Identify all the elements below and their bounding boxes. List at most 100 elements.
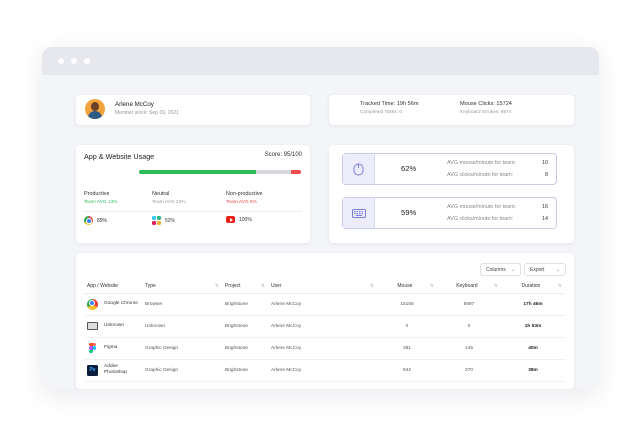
export-label: Export: [530, 266, 545, 273]
sort-icon[interactable]: ⇅: [261, 283, 265, 289]
keyboard-icon: [343, 198, 375, 228]
header-label: Keyboard: [456, 283, 478, 290]
keyboard-count: 270: [437, 359, 501, 382]
chrome-icon: [84, 216, 93, 225]
column-header-mouse[interactable]: Mouse ⇅: [377, 280, 437, 294]
category-team-avg: Team AVG 13%: [84, 200, 118, 205]
table-row[interactable]: Figma Graphic Design Brighstone Arlene M…: [84, 337, 565, 360]
export-dropdown[interactable]: Export ⌄: [524, 263, 566, 276]
stat-value: 10: [542, 160, 548, 166]
app-type: Browser: [142, 293, 222, 316]
window-dot-minimize[interactable]: [71, 58, 77, 64]
sort-icon[interactable]: ⇅: [430, 283, 434, 289]
project-name: Brighstone: [222, 293, 268, 316]
table-row[interactable]: Google Chrome Browser Brighstone Arlene …: [84, 293, 565, 316]
mouse-count: 642: [377, 359, 437, 382]
header-label: Project: [225, 283, 241, 290]
duration: 38m: [501, 359, 565, 382]
table-header-row: App / Website Type ⇅ Project ⇅ User ⇅ Mouse…: [84, 280, 565, 294]
tracked-time: Tracked Time: 19h 56m: [360, 101, 419, 107]
column-header-project[interactable]: Project ⇅: [222, 280, 268, 294]
site-percent: 52%: [165, 217, 176, 224]
stat-label: AVG mouse/minute for team:: [447, 204, 517, 210]
column-header-keyboard[interactable]: Keyboard ⇅: [437, 280, 501, 294]
app-name: Figma: [104, 344, 118, 350]
column-header-type[interactable]: Type ⇅: [142, 280, 222, 294]
site-slack[interactable]: 52%: [152, 216, 175, 225]
app-type: Graphic Design: [142, 337, 222, 360]
keyboard-count: 8897: [437, 293, 501, 316]
avatar: [85, 99, 105, 119]
window-dot-maximize[interactable]: [84, 58, 90, 64]
column-header-user[interactable]: User ⇅: [268, 280, 377, 294]
productive-fill: [139, 170, 256, 174]
keyboard-strokes: Keyboard Strokes: 9674: [460, 110, 512, 115]
table-row[interactable]: Ps Adobe Photoshop Graphic Design Brighst…: [84, 359, 565, 382]
chevron-down-icon: ⌄: [555, 266, 560, 273]
app-website-usage-card: App & Website Usage Score: 95/100 Produc…: [76, 145, 310, 243]
stat-label: AVG clicks/minute for team:: [447, 216, 514, 222]
site-chrome[interactable]: 89%: [84, 216, 107, 225]
mouse-count: 0: [377, 315, 437, 338]
keyboard-activity-stat: 59% AVG mouse/minute for team: 16 AVG cl…: [342, 197, 557, 229]
stat-value: 16: [542, 204, 548, 210]
keyboard-percent: 59%: [401, 208, 417, 217]
header-label: Type: [145, 283, 156, 290]
category-productive: Productive Team AVG 13%: [84, 191, 118, 205]
app-window: Arlene McCoy Member since: Sep 09, 2021 …: [42, 47, 599, 389]
window-dot-close[interactable]: [58, 58, 64, 64]
stat-label: AVG clicks/minute for team:: [447, 172, 514, 178]
mouse-clicks: Mouse Clicks: 15724: [460, 101, 512, 107]
app-name: Google Chrome: [104, 300, 138, 306]
category-team-avg: Team AVG 5%: [226, 200, 257, 205]
chrome-icon: [87, 298, 98, 310]
sort-icon[interactable]: ⇅: [494, 283, 498, 289]
table-row[interactable]: Unknown Unknown Brighstone Arlene McCoy …: [84, 315, 565, 338]
app-type: Unknown: [142, 315, 222, 338]
chevron-down-icon: ⌄: [510, 266, 515, 273]
category-title: Productive: [84, 191, 110, 197]
duration: 40m: [501, 337, 565, 360]
activity-table: App / Website Type ⇅ Project ⇅ User ⇅ Mouse…: [84, 280, 565, 382]
sort-icon[interactable]: ⇅: [370, 283, 374, 289]
sort-icon[interactable]: ⇅: [215, 283, 219, 289]
stat-value: 8: [545, 172, 548, 178]
youtube-icon: [226, 216, 235, 223]
site-percent: 100%: [239, 216, 252, 223]
category-team-avg: Team AVG 23%: [152, 200, 186, 205]
app-name: Unknown: [104, 322, 124, 328]
app-type: Graphic Design: [142, 359, 222, 382]
sort-icon[interactable]: ⇅: [558, 283, 562, 289]
user-name: Arlene McCoy: [268, 359, 377, 382]
header-label: App / Website: [87, 283, 119, 290]
duration: 1h 53m: [501, 315, 565, 338]
header-label: User: [271, 283, 282, 290]
duration: 17h 46m: [501, 293, 565, 316]
category-non-productive: Non-productive Team AVG 5%: [226, 191, 263, 205]
photoshop-icon: Ps: [87, 364, 98, 376]
project-name: Brighstone: [222, 337, 268, 360]
monitor-icon: [87, 322, 98, 330]
usage-progress-bar: [139, 170, 301, 174]
mouse-icon: [343, 154, 375, 184]
user-name: Arlene McCoy: [115, 101, 154, 108]
mouse-percent: 62%: [401, 164, 417, 173]
site-youtube[interactable]: 100%: [226, 216, 252, 223]
profile-card: Arlene McCoy Member since: Sep 09, 2021: [76, 95, 310, 125]
divider: [84, 211, 302, 212]
figma-icon: [89, 342, 96, 354]
mouse-activity-stat: 62% AVG mouse/minute for team: 10 AVG cl…: [342, 153, 557, 185]
completed-tasks: Completed Tasks: 0: [360, 110, 403, 115]
category-neutral: Neutral Team AVG 23%: [152, 191, 186, 205]
slack-icon: [152, 216, 161, 225]
keyboard-count: 0: [437, 315, 501, 338]
header-label: Mouse: [397, 283, 413, 290]
column-header-app[interactable]: App / Website: [84, 280, 142, 294]
stat-label: AVG mouse/minute for team:: [447, 160, 517, 166]
tracking-summary-card: Tracked Time: 19h 56m Completed Tasks: 0…: [329, 95, 574, 125]
mouse-count: 381: [377, 337, 437, 360]
usage-score: Score: 95/100: [264, 152, 302, 158]
column-header-duration[interactable]: Duration ⇅: [501, 280, 565, 294]
columns-dropdown[interactable]: Columns ⌄: [480, 263, 521, 276]
member-since: Member since: Sep 09, 2021: [115, 110, 179, 116]
